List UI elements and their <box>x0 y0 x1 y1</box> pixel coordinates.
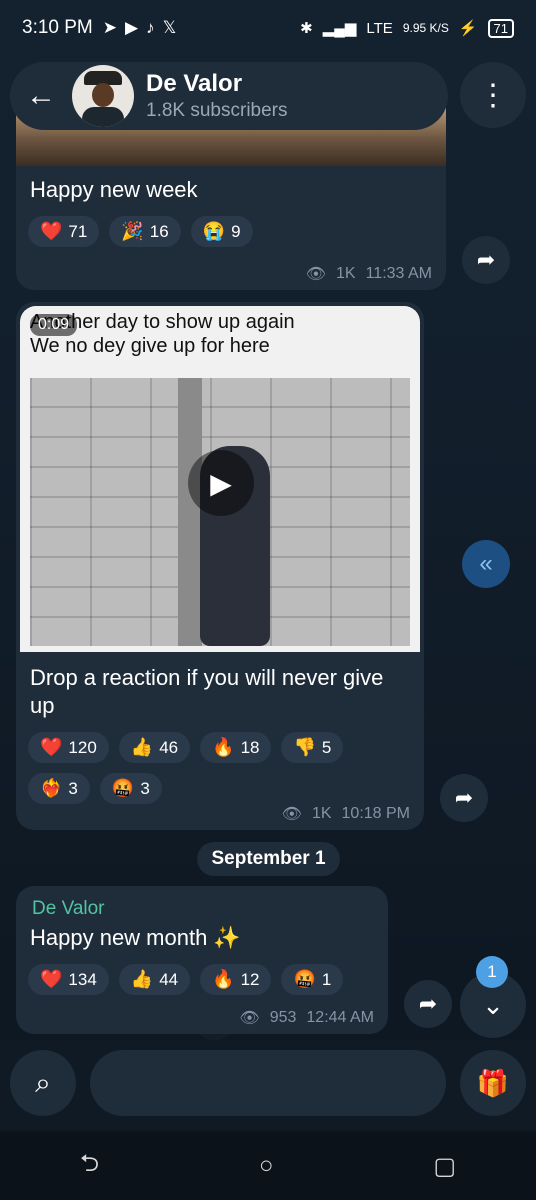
unread-badge: 1 <box>476 956 508 988</box>
play-icon: ▶ <box>125 18 139 37</box>
reaction-chip[interactable]: 👎 5 <box>281 732 344 763</box>
share-icon[interactable]: ➦ <box>404 980 452 1028</box>
message-bubble[interactable]: De Valor Happy new month ✨ ❤️ 134 👍 44 🔥 12… <box>16 886 388 1034</box>
views-icon: 👁 <box>305 266 326 283</box>
message-meta: 👁 1K 11:33 AM <box>306 264 432 284</box>
channel-name: De Valor <box>146 70 243 97</box>
video-caption: We no dey give up for here <box>30 335 270 357</box>
reactions-row: ❤️ 134 👍 44 🔥 12 🤬 1 <box>16 958 388 1001</box>
status-time: 3:10 PM <box>22 17 93 38</box>
message-time: 12:44 AM <box>306 1009 374 1026</box>
reaction-chip[interactable]: 🎉 16 <box>109 216 181 247</box>
x-icon: 𝕏 <box>162 18 177 37</box>
battery-level: 71 <box>487 18 514 38</box>
views-icon: 👁 <box>239 1010 260 1027</box>
signal-icon: ▂▄▆ <box>322 20 357 37</box>
reaction-chip[interactable]: ❤️ 120 <box>28 732 109 763</box>
double-chevron-left-icon[interactable]: « <box>462 540 510 588</box>
message-text: Happy new week <box>30 177 198 202</box>
system-nav-bar: ⮌ ○ ▢ <box>0 1132 536 1200</box>
reaction-chip[interactable]: 👍 44 <box>118 964 191 995</box>
views-icon: 👁 <box>281 806 302 823</box>
lte-label: LTE <box>366 19 393 37</box>
back-arrow-icon[interactable]: ← <box>10 65 72 127</box>
video-preview[interactable]: Another day to show up again We no dey g… <box>20 306 420 652</box>
reaction-chip[interactable]: 🔥 12 <box>200 964 272 995</box>
reaction-chip[interactable]: ❤️ 71 <box>28 216 100 247</box>
date-divider: September 1 <box>197 842 340 876</box>
home-nav-icon[interactable]: ○ <box>259 1152 274 1180</box>
reaction-chip[interactable]: 👍 46 <box>118 732 191 763</box>
reaction-chip[interactable]: 🤬 3 <box>99 773 162 804</box>
share-icon[interactable]: ➦ <box>440 774 488 822</box>
avatar[interactable] <box>72 65 134 127</box>
more-menu-icon[interactable]: ⋮ <box>460 62 526 128</box>
reaction-chip[interactable]: ❤️ 134 <box>28 964 109 995</box>
reactions-row: ❤️ 71 🎉 16 😭 9 <box>16 210 446 253</box>
message-time: 11:33 AM <box>365 265 432 282</box>
view-count: 1K <box>311 805 332 822</box>
subscriber-count: 1.8K subscribers <box>146 100 288 121</box>
reaction-chip[interactable]: 🤬 1 <box>281 964 344 995</box>
reactions-row: ❤️ 120 👍 46 🔥 18 👎 5 ❤️‍🔥 3 🤬 3 <box>16 726 424 810</box>
share-icon[interactable]: ➦ <box>462 236 510 284</box>
recents-nav-icon[interactable]: ▢ <box>433 1152 456 1181</box>
bluetooth-icon: ✱ <box>300 20 313 37</box>
message-text: Drop a reaction if you will never give u… <box>30 665 384 718</box>
back-nav-icon[interactable]: ⮌ <box>80 1146 99 1187</box>
message-time: 10:18 PM <box>341 805 410 822</box>
message-meta: 👁 1K 10:18 PM <box>282 804 410 824</box>
reaction-chip[interactable]: 🔥 18 <box>200 732 272 763</box>
tiktok-icon: ♪ <box>146 18 155 37</box>
status-bar: 3:10 PM ➤ ▶ ♪ 𝕏 ✱ ▂▄▆ LTE 9.95 K/S ⚡ 71 <box>0 0 536 56</box>
search-icon[interactable]: ⌕ <box>10 1050 76 1116</box>
sender-name[interactable]: De Valor <box>16 886 388 920</box>
message-text: Happy new month ✨ <box>30 925 241 950</box>
gift-icon[interactable]: 🎁 <box>460 1050 526 1116</box>
view-count: 1K <box>336 265 356 282</box>
message-meta: 👁 953 12:44 AM <box>239 1008 374 1028</box>
net-speed: 9.95 K/S <box>402 21 449 35</box>
reaction-chip[interactable]: 😭 9 <box>190 216 253 247</box>
message-bubble[interactable]: Another day to show up again We no dey g… <box>16 302 424 830</box>
telegram-icon: ➤ <box>102 18 118 37</box>
reaction-chip[interactable]: ❤️‍🔥 3 <box>28 773 90 804</box>
charging-icon: ⚡ <box>458 20 478 37</box>
play-icon[interactable]: ▶ <box>188 450 254 516</box>
message-input[interactable] <box>90 1050 446 1116</box>
video-duration: 0:09 <box>30 314 78 336</box>
channel-header[interactable]: ← De Valor 1.8K subscribers <box>10 62 448 130</box>
view-count: 953 <box>269 1009 297 1026</box>
